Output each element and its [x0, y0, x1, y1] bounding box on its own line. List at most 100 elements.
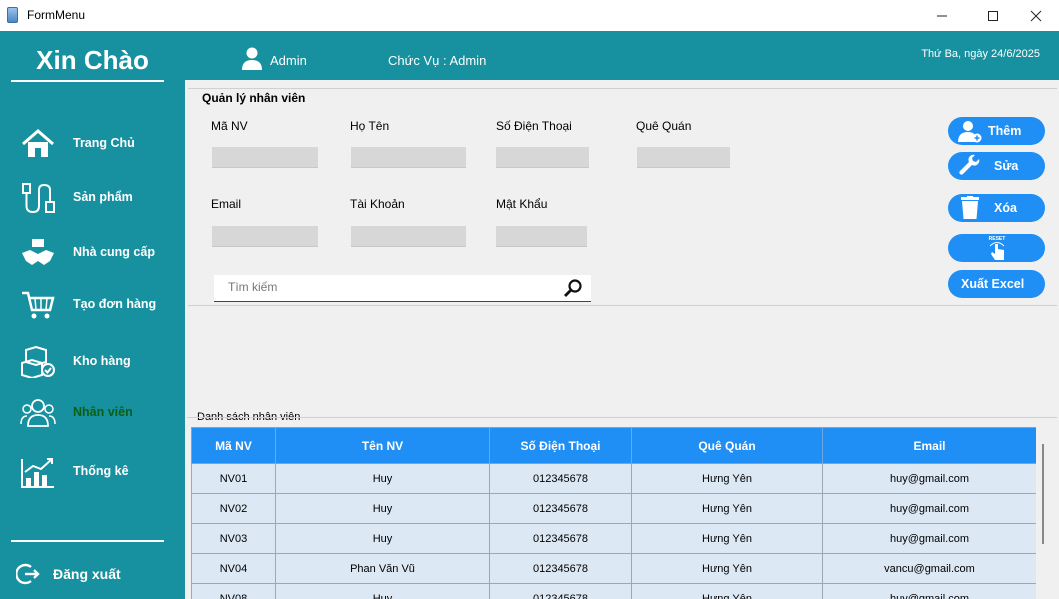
table-row[interactable]: NV02 Huy 012345678 Hưng Yên huy@gmail.co… — [191, 493, 1036, 524]
sidebar-item-label: Trang Chủ — [73, 136, 135, 150]
employee-form-group: Quản lý nhân viên Mã NV Họ Tên Số Điện T… — [188, 88, 1057, 306]
delete-button[interactable]: Xóa — [948, 194, 1045, 222]
sidebar-item-products[interactable]: Sản phẩm — [0, 178, 185, 218]
name-label: Họ Tên — [350, 119, 390, 133]
table-cell: vancu@gmail.com — [822, 553, 1036, 584]
column-header[interactable]: Email — [822, 427, 1036, 464]
reset-icon: RESET — [989, 236, 1006, 260]
employee-list-divider — [187, 417, 1057, 418]
id-input[interactable] — [212, 147, 318, 168]
app-icon — [7, 7, 18, 23]
table-cell: 012345678 — [489, 583, 632, 599]
password-input[interactable] — [496, 226, 587, 247]
table-cell: Huy — [275, 493, 490, 524]
sidebar-item-create-order[interactable]: Tạo đơn hàng — [0, 285, 185, 325]
chart-icon — [21, 458, 54, 488]
table-cell: Hưng Yên — [631, 583, 823, 599]
export-excel-button-label: Xuất Excel — [961, 277, 1025, 291]
table-cell: 012345678 — [489, 523, 632, 554]
table-cell: Phan Văn Vũ — [275, 553, 490, 584]
column-header[interactable]: Quê Quán — [631, 427, 823, 464]
table-cell: huy@gmail.com — [822, 523, 1036, 554]
table-row[interactable]: NV03 Huy 012345678 Hưng Yên huy@gmail.co… — [191, 523, 1036, 554]
password-label: Mật Khẩu — [496, 197, 548, 211]
header-bar: Admin Chức Vụ : Admin Thứ Ba, ngày 24/6/… — [185, 31, 1059, 80]
edit-button[interactable]: Sửa — [948, 152, 1045, 180]
table-cell: 012345678 — [489, 493, 632, 524]
search-icon[interactable] — [563, 278, 583, 298]
table-cell: Huy — [275, 583, 490, 599]
table-cell: Huy — [275, 463, 490, 494]
column-header[interactable]: Số Điện Thoại — [489, 427, 632, 464]
delete-button-label: Xóa — [994, 201, 1017, 215]
table-cell: NV04 — [191, 553, 276, 584]
sidebar: Xin Chào Trang Chủ Sản phẩm Nhà cung cấp — [0, 31, 185, 599]
reset-button[interactable]: RESET — [948, 234, 1045, 262]
maximize-button[interactable] — [970, 0, 1016, 31]
search-box[interactable]: Tìm kiếm — [214, 275, 591, 302]
employee-table: Mã NV Tên NV Số Điện Thoại Quê Quán Emai… — [191, 427, 1036, 599]
main-content: Quản lý nhân viên Mã NV Họ Tên Số Điện T… — [185, 80, 1059, 599]
sidebar-item-statistics[interactable]: Thống kê — [0, 452, 185, 492]
phone-label: Số Điện Thoại — [496, 119, 572, 133]
add-button[interactable]: Thêm — [948, 117, 1045, 145]
users-icon — [20, 399, 56, 427]
warehouse-icon — [21, 346, 55, 378]
account-input[interactable] — [351, 226, 466, 247]
sidebar-item-suppliers[interactable]: Nhà cung cấp — [0, 233, 185, 273]
table-header-row: Mã NV Tên NV Số Điện Thoại Quê Quán Emai… — [191, 427, 1036, 464]
add-user-icon — [958, 121, 982, 143]
sidebar-item-label: Tạo đơn hàng — [73, 297, 157, 311]
edit-button-label: Sửa — [994, 159, 1019, 173]
table-cell: Huy — [275, 523, 490, 554]
hometown-input[interactable] — [637, 147, 730, 168]
export-excel-button[interactable]: Xuất Excel — [948, 270, 1045, 298]
logout-label: Đăng xuất — [53, 566, 121, 582]
table-cell: huy@gmail.com — [822, 463, 1036, 494]
table-cell: Hưng Yên — [631, 523, 823, 554]
reset-icon-text: RESET — [989, 236, 1006, 242]
header-date: Thứ Ba, ngày 24/6/2025 — [921, 48, 1040, 60]
minimize-button[interactable] — [919, 0, 965, 31]
home-icon — [22, 129, 54, 157]
table-cell: huy@gmail.com — [822, 583, 1036, 599]
logout-button[interactable]: Đăng xuất — [0, 553, 185, 593]
table-row[interactable]: NV08 Huy 012345678 Hưng Yên huy@gmail.co… — [191, 583, 1036, 599]
table-cell: NV08 — [191, 583, 276, 599]
user-icon — [242, 47, 262, 70]
column-header[interactable]: Tên NV — [275, 427, 490, 464]
cart-icon — [22, 291, 55, 319]
header-role: Chức Vụ : Admin — [388, 53, 487, 68]
sidebar-item-warehouse[interactable]: Kho hàng — [0, 342, 185, 382]
sidebar-item-employees[interactable]: Nhân viên — [0, 393, 185, 433]
sidebar-item-label: Nhân viên — [73, 405, 133, 419]
search-placeholder: Tìm kiếm — [228, 280, 278, 294]
wrench-icon — [959, 154, 980, 175]
hometown-label: Quê Quán — [636, 119, 692, 133]
table-cell: NV02 — [191, 493, 276, 524]
table-row[interactable]: NV04 Phan Văn Vũ 012345678 Hưng Yên vanc… — [191, 553, 1036, 584]
sidebar-item-label: Kho hàng — [73, 354, 131, 368]
logout-icon — [16, 563, 40, 585]
header-user-name: Admin — [270, 53, 307, 68]
window-title: FormMenu — [27, 8, 86, 22]
phone-input[interactable] — [496, 147, 589, 168]
table-row[interactable]: NV01 Huy 012345678 Hưng Yên huy@gmail.co… — [191, 463, 1036, 494]
trash-icon — [961, 196, 979, 219]
column-header[interactable]: Mã NV — [191, 427, 276, 464]
sidebar-item-label: Nhà cung cấp — [73, 245, 155, 259]
close-button[interactable] — [1013, 0, 1059, 31]
email-input[interactable] — [212, 226, 318, 247]
name-input[interactable] — [351, 147, 466, 168]
sidebar-item-home[interactable]: Trang Chủ — [0, 124, 185, 164]
handshake-icon — [22, 239, 54, 265]
table-cell: NV01 — [191, 463, 276, 494]
window-title-bar: FormMenu — [0, 0, 1059, 31]
grid-scrollbar[interactable] — [1042, 444, 1044, 544]
usb-cable-icon — [22, 183, 55, 214]
email-label: Email — [211, 197, 242, 211]
table-cell: huy@gmail.com — [822, 493, 1036, 524]
employee-grid[interactable]: Mã NV Tên NV Số Điện Thoại Quê Quán Emai… — [191, 427, 1036, 599]
add-button-label: Thêm — [988, 124, 1022, 138]
sidebar-item-label: Thống kê — [73, 464, 129, 478]
